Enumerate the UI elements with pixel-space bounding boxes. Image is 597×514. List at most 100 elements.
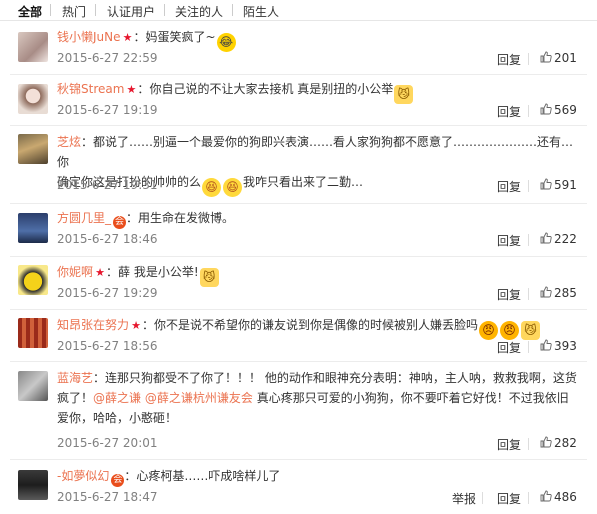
cat-emoji-icon: 😼 xyxy=(199,268,219,287)
comment-divider xyxy=(10,459,587,460)
comment-text: 你妮啊 ★：薛 我是小公举! 😼 xyxy=(57,262,582,287)
tab-verified-users[interactable]: 认证用户 xyxy=(107,3,155,20)
report-button[interactable]: 举报 xyxy=(452,490,476,507)
comment-divider xyxy=(10,125,587,126)
like-button[interactable]: 393 xyxy=(540,339,577,353)
reply-button[interactable]: 回复 xyxy=(497,436,521,453)
comment-text: 蓝海艺：连那只狗都受不了你了！！！ 他的动作和眼神充分表明：神呐，主人呐，救救我… xyxy=(57,371,577,425)
vip-badge-icon: 会 xyxy=(113,216,127,229)
like-button[interactable]: 569 xyxy=(540,103,577,117)
comment-text: 知昂张在努力 ★：你不是说不希望你的谦友说到你是偶像的时候被别人嫌丢脸吗 😠 😠 😼 xyxy=(57,315,582,340)
reply-button[interactable]: 回复 xyxy=(497,286,521,303)
thumb-up-icon xyxy=(540,286,552,298)
username[interactable]: 钱小懒JuNe xyxy=(57,30,121,44)
comment-body: 薛 我是小公举! xyxy=(118,265,199,279)
comment-divider xyxy=(10,256,587,257)
timestamp: 2015-6-27 18:56 xyxy=(57,339,158,353)
comment-text: -如夢似幻会：心疼柯基……吓成啥样儿了 xyxy=(57,469,281,487)
like-button[interactable]: 222 xyxy=(540,232,577,246)
divider xyxy=(528,53,529,65)
blush-emoji-icon: 😆 xyxy=(223,178,243,197)
comment-body-line2b: 真心疼那只可爱的小狗狗，你不要吓着它好伐！不过我依旧 xyxy=(256,391,569,405)
avatar[interactable] xyxy=(18,265,48,295)
avatar[interactable] xyxy=(18,134,48,164)
like-button[interactable]: 285 xyxy=(540,286,577,300)
comment-text: 钱小懒JuNe ★：妈蛋笑疯了~ 😂 xyxy=(57,27,582,52)
comment-body: 妈蛋笑疯了~ xyxy=(145,30,216,44)
like-button[interactable]: 282 xyxy=(540,436,577,450)
timestamp: 2015-6-27 18:47 xyxy=(57,490,158,504)
thumb-up-icon xyxy=(540,51,552,63)
divider xyxy=(528,105,529,117)
username[interactable]: 秋锦Stream xyxy=(57,82,124,96)
angry-emoji-icon: 😠 xyxy=(500,321,520,340)
cat-emoji-icon: 😼 xyxy=(394,85,414,104)
like-count: 285 xyxy=(554,286,577,300)
like-count: 569 xyxy=(554,103,577,117)
red-star-icon: ★ xyxy=(122,31,133,44)
username[interactable]: -如夢似幻 xyxy=(57,469,109,483)
username[interactable]: 蓝海艺 xyxy=(57,371,93,385)
cat-emoji-icon: 😼 xyxy=(521,321,541,340)
comment-body-line3: 我咋只看出来了二勤… xyxy=(243,175,364,189)
avatar[interactable] xyxy=(18,318,48,348)
comment-body: 心疼柯基……吓成啥样儿了 xyxy=(136,469,281,483)
username[interactable]: 方圆几里_ xyxy=(57,211,111,225)
avatar[interactable] xyxy=(18,213,48,243)
tab-all[interactable]: 全部 xyxy=(18,3,42,20)
comment-body-line1: 连那只狗都受不了你了！！！ 他的动作和眼神充分表明：神呐，主人呐，救救我啊，这货 xyxy=(105,371,577,385)
vip-badge-icon: 会 xyxy=(111,474,125,487)
tab-following[interactable]: 关注的人 xyxy=(175,3,223,20)
like-button[interactable]: 486 xyxy=(540,490,577,504)
username[interactable]: 知昂张在努力 xyxy=(57,318,129,332)
reply-button[interactable]: 回复 xyxy=(497,232,521,249)
comment-body: 你不是说不希望你的谦友说到你是偶像的时候被别人嫌丢脸吗 xyxy=(154,318,479,332)
timestamp: 2015-6-27 19:19 xyxy=(57,103,158,117)
divider xyxy=(528,438,529,450)
comment-divider xyxy=(10,203,587,204)
divider xyxy=(528,341,529,353)
like-count: 393 xyxy=(554,339,577,353)
comment-divider xyxy=(10,361,587,362)
thumb-up-icon xyxy=(540,232,552,244)
avatar[interactable] xyxy=(18,32,48,62)
tab-divider xyxy=(95,4,96,16)
angry-emoji-icon: 😠 xyxy=(479,321,499,340)
divider xyxy=(528,180,529,192)
red-star-icon: ★ xyxy=(95,266,105,279)
divider xyxy=(482,492,483,504)
tab-divider xyxy=(50,4,51,16)
blush-emoji-icon: 😆 xyxy=(202,178,222,197)
laugh-emoji-icon: 😂 xyxy=(216,33,236,52)
reply-button[interactable]: 回复 xyxy=(497,490,521,507)
avatar[interactable] xyxy=(18,470,48,500)
comment-text: 方圆几里_ 会：用生命在发微博。 xyxy=(57,211,235,229)
avatar[interactable] xyxy=(18,84,48,114)
thumb-up-icon xyxy=(540,178,552,190)
timestamp: 2015-6-27 18:46 xyxy=(57,232,158,246)
reply-button[interactable]: 回复 xyxy=(497,339,521,356)
thumb-up-icon xyxy=(540,339,552,351)
comment-body-line3: 爱你，哈哈，小憨砸！ xyxy=(57,411,178,425)
reply-button[interactable]: 回复 xyxy=(497,51,521,68)
tab-strangers[interactable]: 陌生人 xyxy=(243,3,279,20)
thumb-up-icon xyxy=(540,436,552,448)
timestamp: 2015-6-27 19:31 xyxy=(57,178,158,192)
comment-body-line2a: 疯了！ xyxy=(57,391,94,405)
like-count: 222 xyxy=(554,232,577,246)
reply-button[interactable]: 回复 xyxy=(497,178,521,195)
avatar[interactable] xyxy=(18,371,48,401)
comment-divider xyxy=(10,309,587,310)
tab-divider xyxy=(164,4,165,16)
like-button[interactable]: 201 xyxy=(540,51,577,65)
like-count: 591 xyxy=(554,178,577,192)
timestamp: 2015-6-27 19:29 xyxy=(57,286,158,300)
username[interactable]: 芝炫 xyxy=(57,135,81,149)
tab-hot[interactable]: 热门 xyxy=(62,3,86,20)
username[interactable]: 你妮啊 xyxy=(57,265,93,279)
mention-link[interactable]: @薛之谦杭州谦友会 xyxy=(145,391,253,405)
divider xyxy=(528,492,529,504)
like-button[interactable]: 591 xyxy=(540,178,577,192)
mention-link[interactable]: @薛之谦 xyxy=(93,391,141,405)
reply-button[interactable]: 回复 xyxy=(497,103,521,120)
